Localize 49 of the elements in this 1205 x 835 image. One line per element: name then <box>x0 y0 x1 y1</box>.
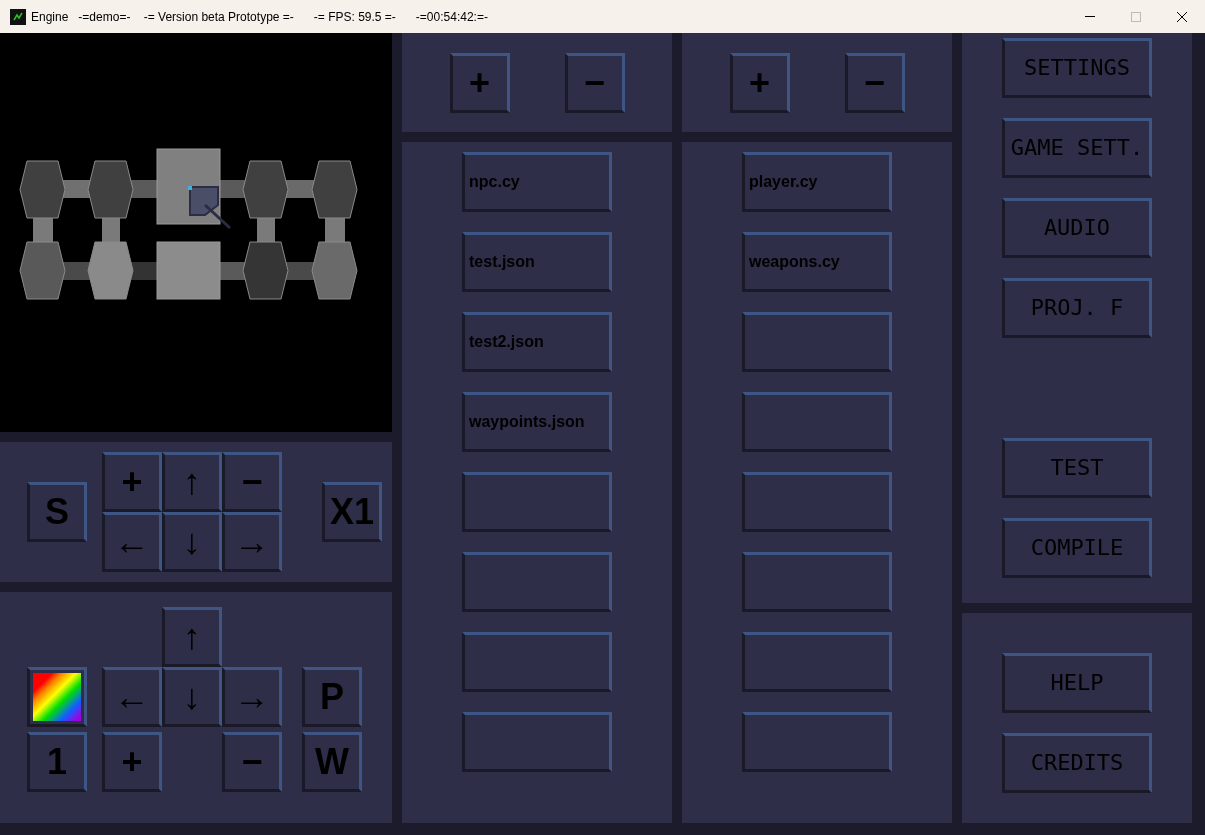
empty-file-slot[interactable] <box>462 472 612 532</box>
app-icon <box>10 8 26 25</box>
file-slot[interactable]: test.json <box>462 232 612 292</box>
file-slot[interactable]: waypoints.json <box>462 392 612 452</box>
key-button[interactable]: W <box>302 732 362 792</box>
key-button[interactable]: → <box>222 512 282 572</box>
menu-button[interactable]: TEST <box>1002 438 1152 498</box>
file-slot[interactable]: npc.cy <box>462 152 612 212</box>
add-button[interactable]: + <box>729 52 790 113</box>
menu-button[interactable]: COMPILE <box>1002 518 1152 578</box>
window-title: Engine -=demo=- -= Version beta Prototype =- -= FPS: 59.5 =- -=00:54:42:=- <box>31 8 488 26</box>
empty-file-slot[interactable] <box>462 632 612 692</box>
file-slot[interactable]: weapons.cy <box>742 232 892 292</box>
menu-button[interactable]: GAME SETT. <box>1002 118 1152 178</box>
remove-button[interactable]: − <box>844 52 905 113</box>
key-button[interactable]: ↓ <box>162 667 222 727</box>
empty-file-slot[interactable] <box>742 472 892 532</box>
empty-file-slot[interactable] <box>742 632 892 692</box>
key-button[interactable]: + <box>102 732 162 792</box>
menu-button[interactable]: HELP <box>1002 653 1152 713</box>
key-button[interactable]: + <box>102 452 162 512</box>
key-button[interactable]: → <box>222 667 282 727</box>
menu-button[interactable]: SETTINGS <box>1002 38 1152 98</box>
remove-button[interactable]: − <box>564 52 625 113</box>
menu-button[interactable]: CREDITS <box>1002 733 1152 793</box>
color-swatch-button[interactable] <box>27 667 87 727</box>
key-button[interactable]: − <box>222 732 282 792</box>
key-button[interactable]: ↓ <box>162 512 222 572</box>
menu-button[interactable]: PROJ. F <box>1002 278 1152 338</box>
key-button[interactable]: 1 <box>27 732 87 792</box>
empty-file-slot[interactable] <box>742 392 892 452</box>
empty-file-slot[interactable] <box>462 712 612 772</box>
key-button[interactable]: ← <box>102 667 162 727</box>
key-button[interactable]: ↑ <box>162 452 222 512</box>
menu-button[interactable]: AUDIO <box>1002 198 1152 258</box>
key-button[interactable]: X1 <box>322 482 382 542</box>
key-button[interactable]: ← <box>102 512 162 572</box>
key-button[interactable]: ↑ <box>162 607 222 667</box>
empty-file-slot[interactable] <box>742 552 892 612</box>
add-button[interactable]: + <box>449 52 510 113</box>
file-slot[interactable]: test2.json <box>462 312 612 372</box>
empty-file-slot[interactable] <box>742 712 892 772</box>
key-button[interactable]: P <box>302 667 362 727</box>
file-slot[interactable]: player.cy <box>742 152 892 212</box>
empty-file-slot[interactable] <box>742 312 892 372</box>
key-button[interactable]: S <box>27 482 87 542</box>
rainbow-icon <box>33 673 81 721</box>
empty-file-slot[interactable] <box>462 552 612 612</box>
key-button[interactable]: − <box>222 452 282 512</box>
